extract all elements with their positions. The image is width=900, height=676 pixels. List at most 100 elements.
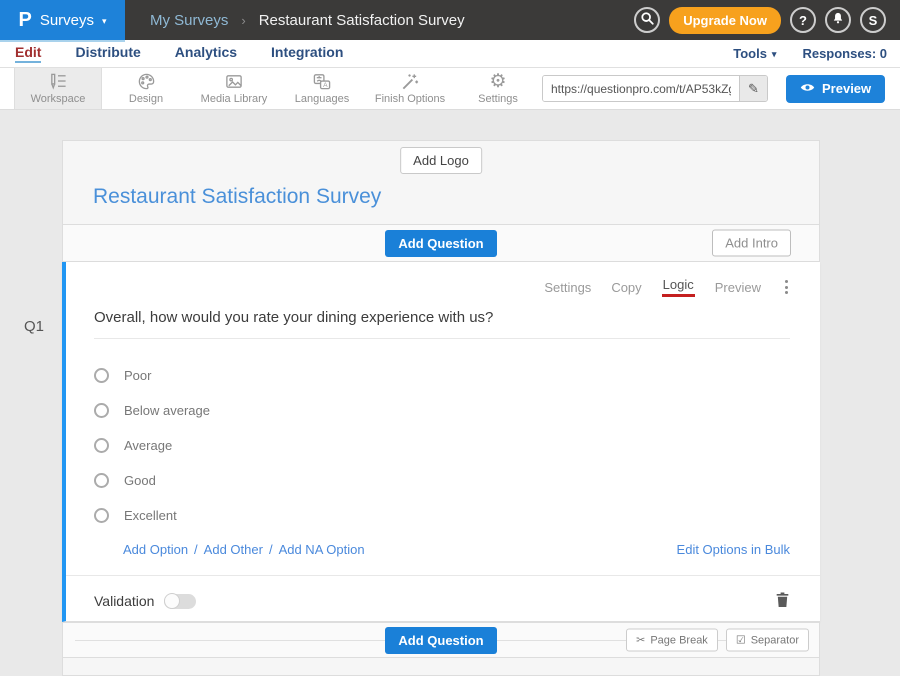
next-section-partial <box>62 658 820 676</box>
question-settings-link[interactable]: Settings <box>544 280 591 295</box>
question-copy-link[interactable]: Copy <box>611 280 641 295</box>
brand-surveys-menu[interactable]: P Surveys ▾ <box>0 0 125 40</box>
chevron-down-icon: ▾ <box>772 47 777 60</box>
add-question-row-top: Add Question Add Intro <box>62 225 820 262</box>
edit-options-in-bulk-link[interactable]: Edit Options in Bulk <box>677 542 790 557</box>
notifications-button[interactable] <box>825 7 851 33</box>
answer-option-row: Good <box>94 470 790 490</box>
add-logo-button[interactable]: Add Logo <box>400 147 482 174</box>
option-links-row: Add Option / Add Other / Add NA Option Edit … <box>94 540 790 558</box>
option-label[interactable]: Below average <box>124 403 210 418</box>
option-label[interactable]: Excellent <box>124 508 177 523</box>
answer-option-row: Average <box>94 435 790 455</box>
link-separator: / <box>194 542 198 557</box>
help-icon: ? <box>799 13 807 28</box>
question-preview-link[interactable]: Preview <box>715 280 761 295</box>
option-add-links: Add Option / Add Other / Add NA Option <box>123 542 365 557</box>
trash-icon <box>775 591 790 611</box>
toolbar-workspace-label: Workspace <box>31 93 86 105</box>
add-other-link[interactable]: Add Other <box>204 542 263 557</box>
add-question-row-bottom: Add Question ✂ Page Break ☑ Separator <box>62 622 820 658</box>
option-label[interactable]: Average <box>124 438 172 453</box>
add-na-option-link[interactable]: Add NA Option <box>279 542 365 557</box>
responses-count[interactable]: Responses: 0 <box>802 46 887 61</box>
top-header: P Surveys ▾ My Surveys › Restaurant Sati… <box>0 0 900 40</box>
toolbar-items: Workspace Design Media Library A Languag… <box>0 68 542 109</box>
tab-analytics[interactable]: Analytics <box>175 44 237 63</box>
share-url-group: ✎ <box>542 75 768 102</box>
survey-nav: Edit Distribute Analytics Integration To… <box>0 40 900 68</box>
separator-button[interactable]: ☑ Separator <box>726 629 809 652</box>
toolbar-finish-options-label: Finish Options <box>375 93 445 105</box>
eye-icon <box>800 81 815 96</box>
add-option-link[interactable]: Add Option <box>123 542 188 557</box>
radio-button[interactable] <box>94 508 109 523</box>
survey-title[interactable]: Restaurant Satisfaction Survey <box>93 185 381 209</box>
preview-button[interactable]: Preview <box>786 75 885 103</box>
palette-icon <box>137 72 156 91</box>
toolbar-media-library[interactable]: Media Library <box>190 68 278 109</box>
add-question-button-top[interactable]: Add Question <box>385 230 496 257</box>
survey-header-section: Add Logo Restaurant Satisfaction Survey <box>62 140 820 225</box>
more-options-icon[interactable] <box>783 278 790 296</box>
page-break-label: Page Break <box>650 634 707 646</box>
question-menu: Settings Copy Logic Preview <box>94 278 790 296</box>
breadcrumb-separator-icon: › <box>241 13 245 28</box>
search-icon <box>640 11 655 29</box>
help-button[interactable]: ? <box>790 7 816 33</box>
option-label[interactable]: Poor <box>124 368 151 383</box>
questionpro-logo: P <box>18 9 31 32</box>
question-logic-link[interactable]: Logic <box>662 277 695 297</box>
toolbar-workspace[interactable]: Workspace <box>14 68 102 109</box>
delete-question-button[interactable] <box>775 591 790 611</box>
header-actions: Upgrade Now ? S <box>634 7 900 34</box>
separator-label: Separator <box>751 634 799 646</box>
avatar[interactable]: S <box>860 7 886 33</box>
tools-label: Tools <box>733 46 767 61</box>
toolbar-settings[interactable]: ⚙ Settings <box>454 68 542 109</box>
page-break-button[interactable]: ✂ Page Break <box>626 629 718 652</box>
toolbar-finish-options[interactable]: Finish Options <box>366 68 454 109</box>
separator-icon: ☑ <box>736 634 746 647</box>
upgrade-now-button[interactable]: Upgrade Now <box>669 7 781 34</box>
toolbar-settings-label: Settings <box>478 93 518 105</box>
edit-url-button[interactable]: ✎ <box>739 76 767 101</box>
link-separator: / <box>269 542 273 557</box>
add-intro-button[interactable]: Add Intro <box>712 230 791 257</box>
survey-card: Add Logo Restaurant Satisfaction Survey … <box>62 140 820 676</box>
tools-menu[interactable]: Tools ▾ <box>733 46 776 61</box>
workspace-icon <box>48 72 68 91</box>
toggle-knob <box>164 593 180 609</box>
breadcrumb: My Surveys › Restaurant Satisfaction Sur… <box>150 12 465 29</box>
option-label[interactable]: Good <box>124 473 156 488</box>
toolbar-design[interactable]: Design <box>102 68 190 109</box>
question-text[interactable]: Overall, how would you rate your dining … <box>94 309 790 326</box>
answer-options: Poor Below average Average Good <box>94 365 790 525</box>
radio-button[interactable] <box>94 368 109 383</box>
pencil-icon: ✎ <box>748 81 759 97</box>
radio-button[interactable] <box>94 438 109 453</box>
share-url-input[interactable] <box>543 76 739 101</box>
question-card: Settings Copy Logic Preview Overall, how… <box>62 262 820 622</box>
workspace-toolbar: Workspace Design Media Library A Languag… <box>0 68 900 110</box>
translate-icon: A <box>312 72 332 91</box>
validation-toggle[interactable] <box>164 594 196 609</box>
validation-row: Validation <box>94 589 790 613</box>
radio-button[interactable] <box>94 403 109 418</box>
tab-distribute[interactable]: Distribute <box>75 44 140 63</box>
gear-icon: ⚙ <box>489 72 506 91</box>
breadcrumb-my-surveys[interactable]: My Surveys <box>150 12 228 29</box>
search-button[interactable] <box>634 7 660 33</box>
add-question-button-bottom[interactable]: Add Question <box>385 627 496 654</box>
validation-divider <box>66 575 820 576</box>
toolbar-right: ✎ Preview <box>542 68 900 109</box>
toolbar-design-label: Design <box>129 93 163 105</box>
radio-button[interactable] <box>94 473 109 488</box>
toolbar-languages[interactable]: A Languages <box>278 68 366 109</box>
tab-integration[interactable]: Integration <box>271 44 343 63</box>
toolbar-media-library-label: Media Library <box>201 93 268 105</box>
answer-option-row: Poor <box>94 365 790 385</box>
brand-product-label: Surveys <box>40 12 94 29</box>
tab-edit[interactable]: Edit <box>15 44 41 63</box>
survey-canvas: Q1 Add Logo Restaurant Satisfaction Surv… <box>0 110 900 676</box>
